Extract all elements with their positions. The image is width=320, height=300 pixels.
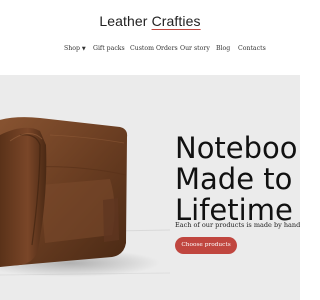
nav-item-contacts-label: Contacts [238,45,266,52]
logo-text-crafties: Crafties [151,13,201,29]
nav-item-blog[interactable]: Blog [216,45,230,52]
logo-text-leather: Leather [99,13,148,29]
choose-products-button[interactable]: Choose products [175,237,237,254]
hero-tagline: Each of our products is made by hand fro… [175,221,300,229]
nav-item-our-story[interactable]: Our story [180,45,210,52]
chevron-down-icon: ▼ [81,46,86,52]
nav-item-gift-packs[interactable]: Gift packs [93,45,125,52]
nav-item-gift-packs-label: Gift packs [93,45,125,52]
nav-item-blog-label: Blog [216,45,231,52]
nav-item-our-story-label: Our story [180,45,210,52]
nav-item-contacts[interactable]: Contacts [238,45,266,52]
nav-item-shop-label: Shop [64,45,80,52]
nav-item-custom-orders[interactable]: Custom Orders [130,45,178,52]
site-header: Leather Crafties Shop ▼ Gift packs Custom… [0,0,300,75]
hero-headline: Notebook Made to La Lifetime [175,133,300,226]
main-nav: Shop ▼ Gift packs Custom Orders Our story… [0,45,300,57]
nav-item-shop[interactable]: Shop ▼ [64,45,86,52]
site-logo[interactable]: Leather Crafties [0,13,300,29]
headline-line-1: Notebook [175,131,300,165]
nav-item-custom-orders-label: Custom Orders [130,45,178,52]
headline-line-2: Made to La [175,162,300,196]
hero-section: Notebook Made to La Lifetime Each of our… [0,75,300,300]
